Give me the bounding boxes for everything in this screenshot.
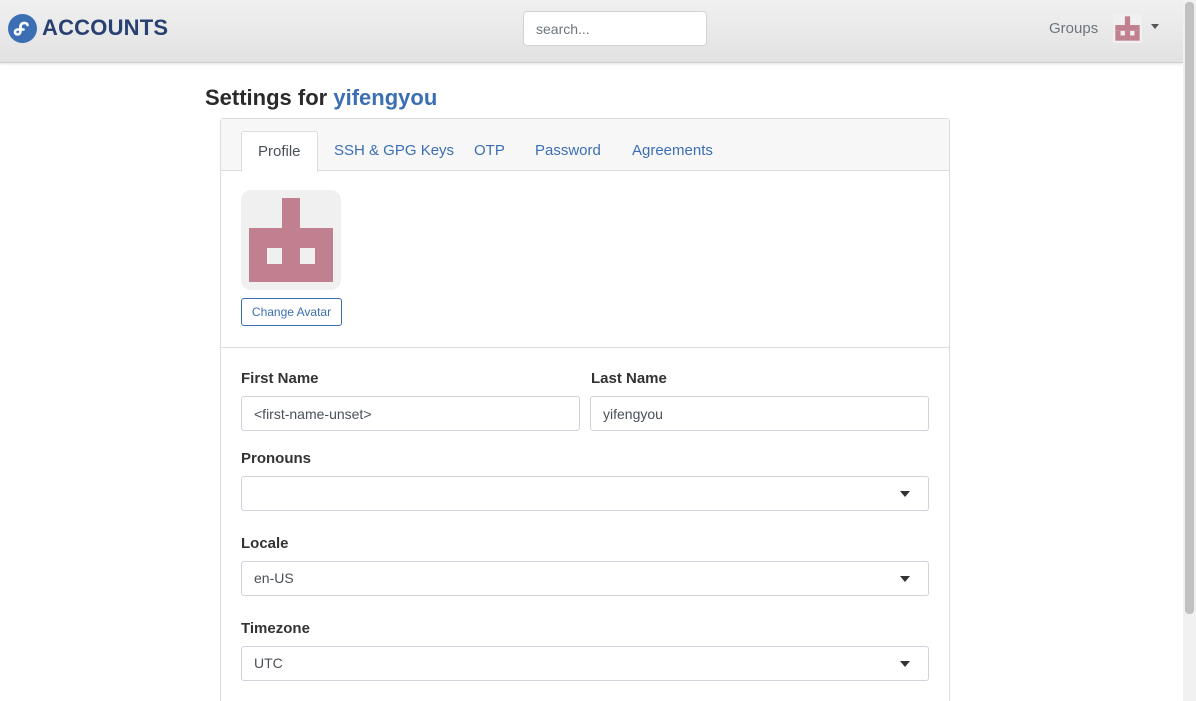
brand-name: ACCOUNTS bbox=[42, 15, 169, 40]
last-name-label: Last Name bbox=[591, 370, 667, 387]
timezone-select[interactable]: UTC bbox=[241, 646, 929, 681]
page-scrollbar[interactable] bbox=[1183, 0, 1196, 701]
search-input[interactable] bbox=[523, 11, 707, 46]
tab-otp[interactable]: OTP bbox=[458, 131, 521, 171]
chevron-down-icon bbox=[900, 576, 910, 582]
locale-value: en-US bbox=[254, 570, 294, 586]
page-title-prefix: Settings for bbox=[205, 85, 328, 110]
pronouns-label: Pronouns bbox=[241, 450, 311, 467]
locale-label: Locale bbox=[241, 535, 289, 552]
tab-password[interactable]: Password bbox=[519, 131, 617, 171]
chevron-down-icon bbox=[900, 491, 910, 497]
pronouns-select[interactable] bbox=[241, 476, 929, 511]
scrollbar-thumb[interactable] bbox=[1185, 2, 1194, 614]
top-navbar: ACCOUNTS Groups bbox=[0, 0, 1183, 63]
tab-ssh-gpg-keys[interactable]: SSH & GPG Keys bbox=[318, 131, 470, 171]
first-name-label: First Name bbox=[241, 370, 319, 387]
settings-card: Profile SSH & GPG Keys OTP Password Agre… bbox=[220, 118, 950, 701]
timezone-value: UTC bbox=[254, 655, 283, 671]
page-title: Settings for yifengyou bbox=[205, 85, 437, 111]
settings-tabs: Profile SSH & GPG Keys OTP Password Agre… bbox=[221, 119, 949, 172]
user-menu-avatar[interactable] bbox=[1113, 14, 1142, 43]
tab-profile[interactable]: Profile bbox=[241, 131, 318, 172]
page-title-username[interactable]: yifengyou bbox=[333, 85, 437, 110]
tab-agreements[interactable]: Agreements bbox=[616, 131, 729, 171]
section-divider bbox=[221, 347, 949, 348]
last-name-field[interactable] bbox=[590, 396, 929, 431]
fedora-logo-icon bbox=[8, 13, 37, 43]
change-avatar-button[interactable]: Change Avatar bbox=[241, 298, 342, 326]
brand-link[interactable]: ACCOUNTS bbox=[8, 13, 169, 43]
profile-avatar bbox=[241, 190, 341, 290]
locale-select[interactable]: en-US bbox=[241, 561, 929, 596]
nav-groups-link[interactable]: Groups bbox=[1049, 20, 1098, 37]
first-name-field[interactable] bbox=[241, 396, 580, 431]
user-menu-caret-icon[interactable] bbox=[1151, 24, 1159, 29]
timezone-label: Timezone bbox=[241, 620, 310, 637]
chevron-down-icon bbox=[900, 661, 910, 667]
